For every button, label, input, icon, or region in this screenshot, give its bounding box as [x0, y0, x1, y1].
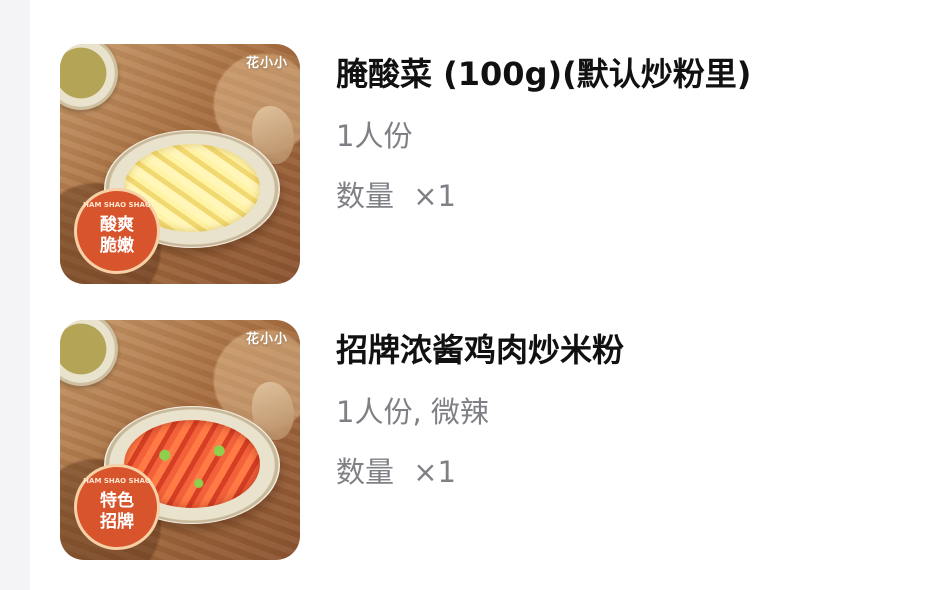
item-details: 腌酸菜 (100g)(默认炒粉里) 1人份 数量 ×1	[336, 54, 926, 214]
product-badge: HAM SHAO SHAO 酸爽 脆嫩	[74, 188, 160, 274]
order-item[interactable]: 花小小 HAM SHAO SHAO 酸爽 脆嫩 腌酸菜 (100g)(默认炒粉里…	[30, 44, 944, 304]
item-title[interactable]: 腌酸菜 (100g)(默认炒粉里)	[336, 54, 926, 94]
item-spec: 1人份	[336, 119, 413, 153]
product-badge: HAM SHAO SHAO 特色 招牌	[74, 464, 160, 550]
item-quantity: 数量 ×1	[336, 454, 926, 490]
item-title[interactable]: 招牌浓酱鸡肉炒米粉	[336, 330, 926, 370]
item-spec: 1人份, 微辣	[336, 395, 489, 429]
badge-main-text: 酸爽 脆嫩	[100, 215, 134, 256]
quantity-label: 数量	[336, 455, 395, 489]
item-quantity: 数量 ×1	[336, 178, 926, 214]
quantity-value: ×1	[413, 179, 456, 213]
badge-small-text: HAM SHAO SHAO	[83, 477, 151, 485]
brand-watermark: 花小小	[245, 56, 288, 71]
product-image[interactable]: 花小小 HAM SHAO SHAO 特色 招牌	[60, 320, 300, 560]
badge-main-text: 特色 招牌	[100, 491, 134, 532]
product-image[interactable]: 花小小 HAM SHAO SHAO 酸爽 脆嫩	[60, 44, 300, 284]
item-details: 招牌浓酱鸡肉炒米粉 1人份, 微辣 数量 ×1	[336, 330, 926, 490]
order-item[interactable]: 花小小 HAM SHAO SHAO 特色 招牌 招牌浓酱鸡肉炒米粉 1人份, 微…	[30, 320, 944, 580]
quantity-label: 数量	[336, 179, 395, 213]
order-items-panel: 花小小 HAM SHAO SHAO 酸爽 脆嫩 腌酸菜 (100g)(默认炒粉里…	[30, 0, 944, 590]
badge-small-text: HAM SHAO SHAO	[83, 201, 151, 209]
brand-watermark: 花小小	[245, 332, 288, 347]
quantity-value: ×1	[413, 455, 456, 489]
